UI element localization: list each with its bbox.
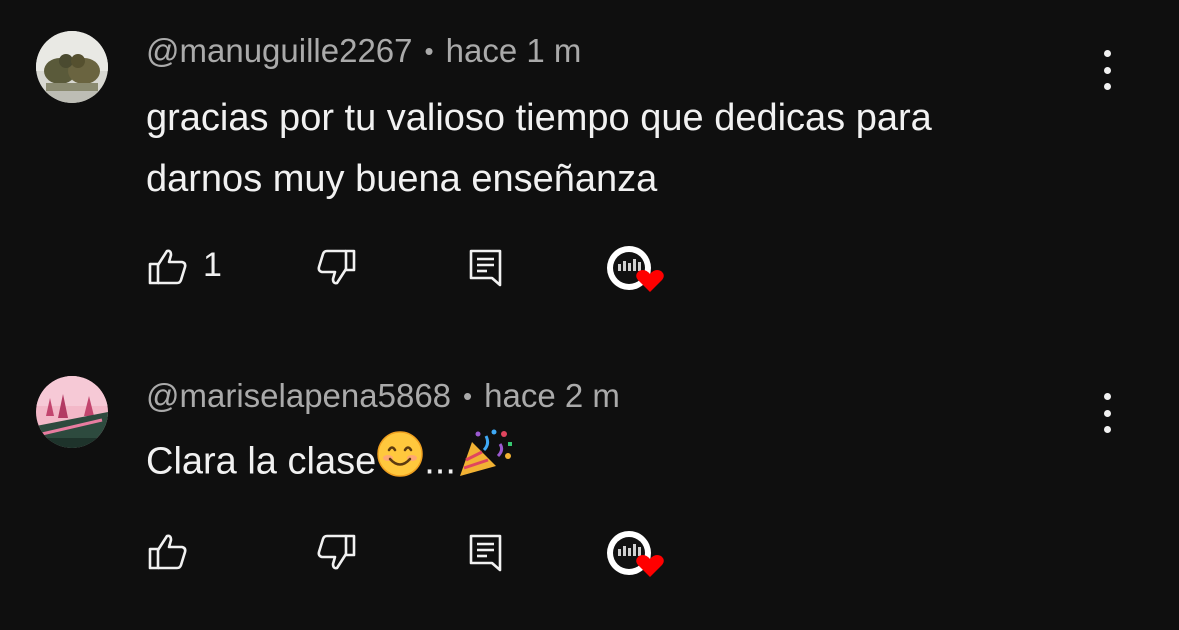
comment-header: @manuguille2267 • hace 1 m <box>146 32 581 70</box>
comment-item: @manuguille2267 • hace 1 m gracias por t… <box>0 0 1179 330</box>
comment-time[interactable]: hace 1 m <box>446 32 582 70</box>
more-options-icon[interactable] <box>1096 50 1118 90</box>
comment-actions: 1 <box>0 238 1179 298</box>
reply-button[interactable] <box>466 248 506 295</box>
comment-item: @mariselapena5868 • hace 2 m Clara la cl… <box>0 345 1179 630</box>
like-count: 1 <box>203 246 222 284</box>
creator-heart-icon <box>607 531 664 577</box>
comment-text: gracias por tu valioso tiempo que dedica… <box>146 88 1106 210</box>
creator-heart[interactable] <box>604 242 674 298</box>
separator-dot: • <box>424 35 434 66</box>
dislike-icon <box>317 534 356 570</box>
reply-icon <box>469 534 502 572</box>
creator-heart[interactable] <box>604 527 674 583</box>
comment-time[interactable]: hace 2 m <box>484 377 620 415</box>
more-options-icon[interactable] <box>1096 393 1118 433</box>
like-icon <box>148 249 187 285</box>
comment-text-body: Clara la clase <box>146 440 377 483</box>
avatar[interactable] <box>36 376 108 448</box>
comment-header: @mariselapena5868 • hace 2 m <box>146 377 620 415</box>
comment-text-line: gracias por tu valioso tiempo que dedica… <box>146 97 932 139</box>
avatar[interactable] <box>36 31 108 103</box>
author-name[interactable]: @mariselapena5868 <box>146 377 451 415</box>
smile-emoji <box>376 430 424 497</box>
like-button[interactable] <box>148 248 188 291</box>
comment-text-line: darnos muy buena enseñanza <box>146 158 658 200</box>
like-icon <box>148 534 187 570</box>
like-button[interactable] <box>148 533 188 576</box>
party-popper-emoji <box>456 428 514 499</box>
creator-heart-icon <box>607 246 664 292</box>
comment-actions <box>0 523 1179 583</box>
dislike-button[interactable] <box>316 248 356 291</box>
reply-button[interactable] <box>466 533 506 580</box>
dislike-icon <box>317 249 356 285</box>
comment-ellipsis: ... <box>424 440 456 483</box>
separator-dot: • <box>463 380 473 411</box>
dislike-button[interactable] <box>316 533 356 576</box>
author-name[interactable]: @manuguille2267 <box>146 32 413 70</box>
comment-text: Clara la clase ... <box>146 428 1106 499</box>
reply-icon <box>469 249 502 287</box>
